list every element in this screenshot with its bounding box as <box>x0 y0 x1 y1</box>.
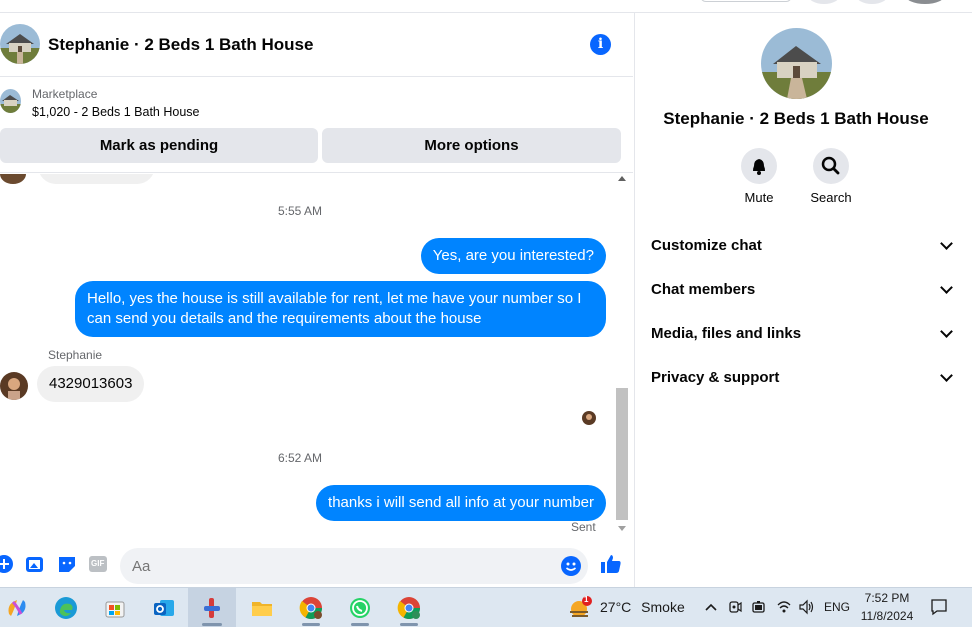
sent-status: Sent <box>571 520 596 534</box>
scroll-down-arrow[interactable] <box>618 526 626 531</box>
section-media-files-links[interactable]: Media, files and links <box>651 323 953 347</box>
top-search-pill[interactable] <box>700 0 792 2</box>
weather-alert-badge: 1 <box>584 595 589 604</box>
gif-label: GIF <box>91 559 105 568</box>
sticker-icon[interactable] <box>57 554 77 574</box>
gif-icon[interactable]: GIF <box>88 554 108 574</box>
search-action[interactable]: Search <box>801 148 861 205</box>
section-chat-members[interactable]: Chat members <box>651 279 953 303</box>
search-icon[interactable] <box>813 148 849 184</box>
weather-temp: 27°C <box>600 599 632 615</box>
listing-thumbnail[interactable] <box>0 89 21 113</box>
outgoing-message[interactable]: thanks i will send all info at your numb… <box>316 485 606 521</box>
speaker-icon[interactable] <box>798 599 816 618</box>
notification-icon[interactable] <box>930 598 948 619</box>
red-app-icon[interactable] <box>200 596 224 620</box>
sender-name: Stephanie <box>48 348 103 362</box>
clock-time[interactable]: 7:52 PM <box>855 591 919 605</box>
search-label: Search <box>810 190 852 205</box>
chat-title[interactable]: Stephanie · 2 Beds 1 Bath House <box>48 35 313 55</box>
message-input-box[interactable] <box>120 548 588 584</box>
house-profile-photo[interactable] <box>761 28 832 99</box>
file-explorer-icon[interactable] <box>250 596 274 620</box>
running-indicator <box>351 623 369 626</box>
weather-icon[interactable]: 1 <box>567 595 592 620</box>
chat-details-panel: Stephanie · 2 Beds 1 Bath House Mute Sea… <box>634 13 972 587</box>
incoming-message[interactable]: 4329013603 <box>37 366 145 402</box>
battery-icon[interactable] <box>751 599 767 618</box>
scroll-up-arrow[interactable] <box>618 176 626 181</box>
outgoing-message[interactable]: Yes, are you interested? <box>420 238 606 274</box>
top-strip <box>0 0 972 13</box>
weather-widget[interactable]: 27°C Smoke <box>600 599 685 615</box>
partial-avatar <box>0 174 26 184</box>
marketplace-listing: Marketplace $1,020 - 2 Beds 1 Bath House… <box>0 77 633 173</box>
section-customize-chat[interactable]: Customize chat <box>651 235 953 259</box>
listing-price-title[interactable]: $1,020 - 2 Beds 1 Bath House <box>32 105 199 119</box>
seen-receipt-avatar <box>582 411 596 425</box>
message-scrollbar[interactable] <box>614 174 630 536</box>
mark-as-pending-button[interactable]: Mark as pending <box>0 128 318 163</box>
thumbs-up-icon[interactable] <box>600 553 621 573</box>
panel-title: Stephanie · 2 Beds 1 Bath House <box>663 109 929 128</box>
show-hidden-icons[interactable] <box>704 599 718 618</box>
bell-icon[interactable] <box>741 148 777 184</box>
outgoing-message[interactable]: Hello, yes the house is still available … <box>75 281 606 337</box>
top-menu-circle[interactable] <box>808 0 840 4</box>
timestamp: 6:52 AM <box>277 451 323 465</box>
section-label: Privacy & support <box>651 369 780 386</box>
stephanie-avatar[interactable] <box>0 372 28 400</box>
chat-header: Stephanie · 2 Beds 1 Bath House i <box>0 13 633 77</box>
timestamp: 5:55 AM <box>277 204 323 218</box>
message-composer: GIF <box>0 538 633 587</box>
chrome-icon[interactable] <box>397 596 421 620</box>
messenger-window: Stephanie · 2 Beds 1 Bath House i Market… <box>0 0 972 627</box>
chevron-down-icon <box>940 281 953 294</box>
top-profile-avatar[interactable] <box>905 0 945 4</box>
info-icon[interactable]: i <box>590 34 611 55</box>
scroll-thumb[interactable] <box>616 388 628 520</box>
running-indicator <box>302 623 320 626</box>
mute-label: Mute <box>744 190 774 205</box>
plus-icon[interactable] <box>0 554 14 574</box>
section-privacy-support[interactable]: Privacy & support <box>651 367 953 391</box>
language-indicator[interactable]: ENG <box>824 600 850 614</box>
listing-source: Marketplace <box>32 87 98 101</box>
section-label: Media, files and links <box>651 325 802 342</box>
copilot-icon[interactable] <box>5 596 29 620</box>
partial-message-bubble <box>38 174 155 184</box>
whatsapp-icon[interactable] <box>348 596 372 620</box>
windows-taskbar: 1 27°C Smoke ENG 7:52 PM 11/8/2024 <box>0 587 972 627</box>
emoji-icon[interactable] <box>561 556 581 576</box>
weather-condition: Smoke <box>641 599 685 615</box>
chevron-down-icon <box>940 369 953 382</box>
microsoft-store-icon[interactable] <box>103 596 127 620</box>
camera-privacy-icon[interactable] <box>728 599 742 618</box>
chevron-down-icon <box>940 325 953 338</box>
message-input[interactable] <box>132 556 552 576</box>
mute-action[interactable]: Mute <box>729 148 789 205</box>
edge-icon[interactable] <box>54 596 78 620</box>
chrome-profile-icon[interactable] <box>299 596 323 620</box>
clock-date[interactable]: 11/8/2024 <box>855 609 919 623</box>
running-indicator <box>400 623 418 626</box>
chevron-down-icon <box>940 237 953 250</box>
more-options-button[interactable]: More options <box>322 128 621 163</box>
section-label: Chat members <box>651 281 756 298</box>
house-avatar[interactable] <box>0 24 40 64</box>
outlook-icon[interactable] <box>152 596 176 620</box>
chat-column: Stephanie · 2 Beds 1 Bath House i Market… <box>0 13 633 587</box>
wifi-icon[interactable] <box>776 599 792 618</box>
section-label: Customize chat <box>651 237 762 254</box>
active-indicator <box>202 623 222 626</box>
top-messenger-circle[interactable] <box>856 0 888 4</box>
message-list: 5:55 AM Yes, are you interested? Hello, … <box>0 174 633 538</box>
photo-icon[interactable] <box>25 554 45 574</box>
